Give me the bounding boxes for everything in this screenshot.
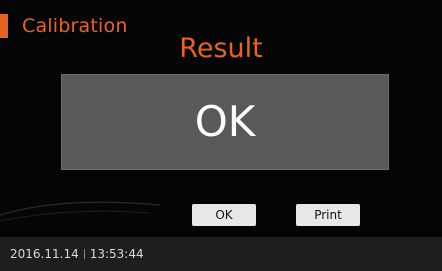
result-value: OK	[194, 97, 256, 146]
status-datetime: 2016.11.14 13:53:44	[10, 246, 144, 262]
status-bar: 2016.11.14 13:53:44	[0, 237, 442, 271]
decorative-swoosh	[0, 201, 160, 222]
print-button[interactable]: Print	[296, 204, 360, 226]
result-heading: Result	[179, 33, 263, 64]
status-time: 13:53:44	[89, 247, 144, 261]
ok-button[interactable]: OK	[192, 204, 256, 226]
status-date: 2016.11.14	[10, 247, 79, 261]
calibration-screen: Calibration Result OK OK Print 2016.11.1…	[0, 0, 442, 271]
result-panel: OK	[61, 74, 389, 170]
status-separator	[83, 249, 85, 259]
